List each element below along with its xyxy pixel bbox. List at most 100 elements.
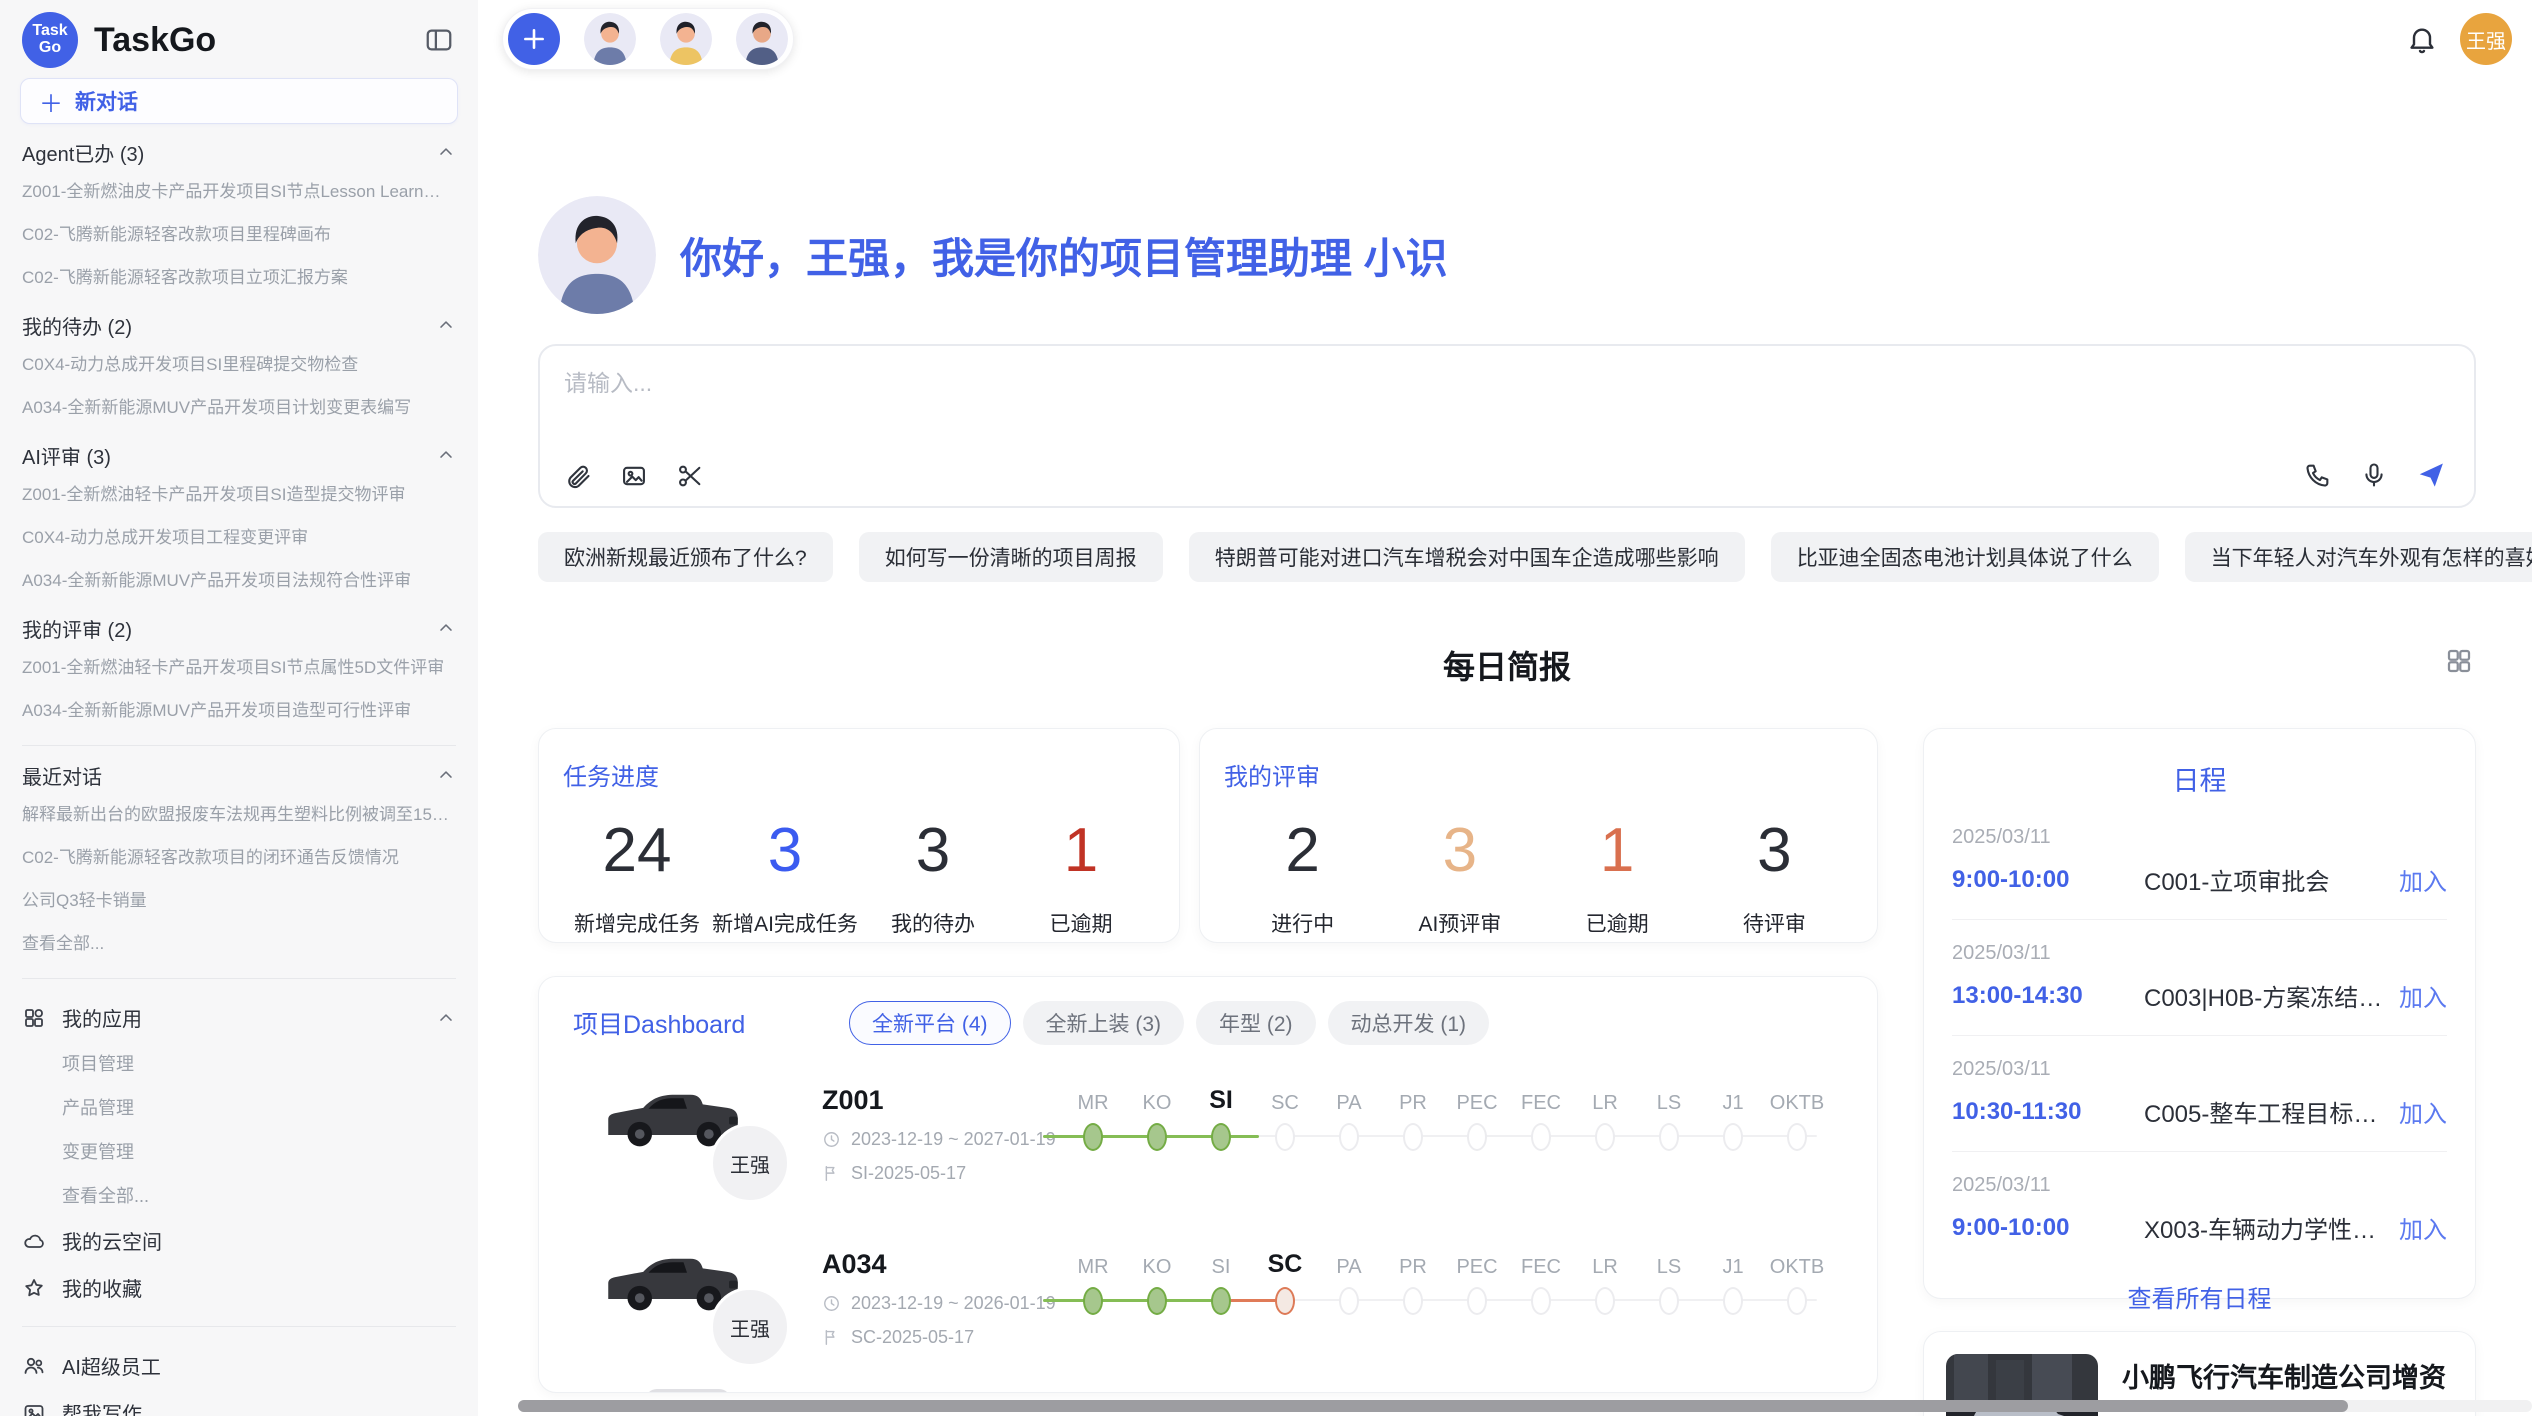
schedule-item: 2025/03/11 9:00-10:00 X003-车辆动力学性能验... 加… (1952, 1174, 2447, 1245)
dashboard-tab[interactable]: 全新上装 (3) (1023, 1001, 1185, 1045)
sidebar-item[interactable]: C02-飞腾新能源轻客改款项目里程碑画布 (22, 211, 456, 254)
sidebar-section-title[interactable]: AI评审 (3) (22, 441, 456, 469)
sidebar-subitem[interactable]: 查看全部... (22, 1173, 456, 1217)
sidebar-item-label: AI超级员工 (62, 1351, 456, 1380)
suggestion-chip[interactable]: 比亚迪全固态电池计划具体说了什么 (1771, 532, 2159, 582)
join-link[interactable]: 加入 (2399, 862, 2447, 897)
view-all-schedule-link[interactable]: 查看所有日程 (1952, 1279, 2447, 1314)
stat-value: 3 (859, 820, 1007, 882)
stat-row: 24 新增完成任务 3 新增AI完成任务 3 我的待办 1 已逾期 (563, 820, 1155, 938)
milestone-node-cell (1509, 1279, 1573, 1323)
new-session-button[interactable] (508, 13, 560, 65)
suggestion-chip[interactable]: 如何写一份清晰的项目周报 (859, 532, 1163, 582)
sidebar-item-my-apps[interactable]: 我的应用 (22, 994, 456, 1041)
chevron-up-icon[interactable] (436, 765, 456, 785)
milestone-node (1275, 1123, 1295, 1151)
sidebar-section-title[interactable]: 我的待办 (2) (22, 311, 456, 339)
sidebar-item[interactable]: A034-全新新能源MUV产品开发项目计划变更表编写 (22, 384, 456, 427)
dashboard-tab[interactable]: 年型 (2) (1196, 1001, 1316, 1045)
schedule-card: 日程 2025/03/11 9:00-10:00 C001-立项审批会 加入 2… (1923, 728, 2476, 1299)
chevron-up-icon[interactable] (436, 618, 456, 638)
sidebar-item[interactable]: A034-全新新能源MUV产品开发项目造型可行性评审 (22, 687, 456, 730)
sidebar-item-users-icon[interactable]: AI超级员工 (22, 1342, 456, 1389)
sidebar-item-star-icon[interactable]: 我的收藏 (22, 1264, 456, 1311)
stat-value: 3 (1381, 820, 1538, 882)
sidebar-item[interactable]: 查看全部... (22, 920, 456, 963)
milestone-node-cell (1317, 1279, 1381, 1323)
sidebar-subitem[interactable]: 产品管理 (22, 1085, 456, 1129)
section-title-label: 我的评审 (2) (22, 614, 132, 643)
sidebar-subitem[interactable]: 变更管理 (22, 1129, 456, 1173)
schedule-date: 2025/03/11 (1952, 942, 2447, 965)
sidebar-divider (22, 978, 456, 979)
sidebar-item[interactable]: Z001-全新燃油轻卡产品开发项目SI造型提交物评审 (22, 471, 456, 514)
chevron-up-icon[interactable] (436, 142, 456, 162)
paperclip-icon[interactable] (564, 462, 592, 490)
sidebar-item[interactable]: C0X4-动力总成开发项目工程变更评审 (22, 514, 456, 557)
sidebar-section-title[interactable]: 最近对话 (22, 761, 456, 789)
stat-value: 3 (711, 820, 859, 882)
chat-input[interactable]: 请输入... (538, 344, 2476, 508)
milestone-node-cell (1253, 1115, 1317, 1159)
milestone-node (1723, 1123, 1743, 1151)
session-avatar-3[interactable] (736, 13, 788, 65)
sidebar-item[interactable]: Z001-全新燃油轻卡产品开发项目SI节点属性5D文件评审 (22, 644, 456, 687)
stat-label: 新增AI完成任务 (711, 908, 859, 938)
milestone-label: SI (1189, 1256, 1253, 1279)
join-link[interactable]: 加入 (2399, 1210, 2447, 1245)
suggestion-chip[interactable]: 特朗普可能对进口汽车增税会对中国车企造成哪些影响 (1189, 532, 1745, 582)
sidebar-item[interactable]: C0X4-动力总成开发项目SI里程碑提交物检查 (22, 341, 456, 384)
chevron-up-icon[interactable] (436, 315, 456, 335)
session-switcher (502, 8, 794, 70)
scissors-icon[interactable] (676, 462, 704, 490)
dashboard-tab[interactable]: 动总开发 (1) (1328, 1001, 1490, 1045)
sidebar-item[interactable]: C02-飞腾新能源轻客改款项目的闭环通告反馈情况 (22, 834, 456, 877)
milestone-node (1531, 1123, 1551, 1151)
milestone-label: LS (1637, 1256, 1701, 1279)
send-icon[interactable] (2416, 460, 2446, 490)
photo-icon[interactable] (620, 462, 648, 490)
dashboard-tab[interactable]: 全新平台 (4) (849, 1001, 1011, 1045)
user-avatar[interactable]: 王强 (2460, 13, 2512, 65)
milestone-node-cell (1637, 1115, 1701, 1159)
notification-bell-icon[interactable] (2406, 23, 2438, 55)
sidebar-item-image-icon[interactable]: 帮我写作 (22, 1389, 456, 1416)
session-avatar-1[interactable] (584, 13, 636, 65)
schedule-date: 2025/03/11 (1952, 1058, 2447, 1081)
milestone-label: MR (1061, 1256, 1125, 1279)
chevron-up-icon[interactable] (436, 445, 456, 465)
sidebar-item-cloud-icon[interactable]: 我的云空间 (22, 1217, 456, 1264)
mic-icon[interactable] (2360, 461, 2388, 489)
stat: 3 我的待办 (859, 820, 1007, 938)
session-avatar-2[interactable] (660, 13, 712, 65)
sidebar-item[interactable]: Z001-全新燃油皮卡产品开发项目SI节点Lesson Learn报告 (22, 168, 456, 211)
scrollbar-thumb[interactable] (518, 1400, 2348, 1412)
sidebar-subitem[interactable]: 项目管理 (22, 1041, 456, 1085)
layout-grid-icon[interactable] (2444, 646, 2474, 676)
sidebar-section-title[interactable]: Agent已办 (3) (22, 138, 456, 166)
assistant-avatar (538, 196, 656, 314)
dashboard-header: 项目Dashboard 全新平台 (4)全新上装 (3)年型 (2)动总开发 (… (573, 1001, 1877, 1045)
chevron-up-icon[interactable] (436, 1008, 456, 1028)
milestone-label: PA (1317, 1092, 1381, 1115)
new-chat-button[interactable]: ＋ 新对话 (20, 78, 458, 124)
sidebar-item[interactable]: 公司Q3轻卡销量 (22, 877, 456, 920)
join-link[interactable]: 加入 (2399, 978, 2447, 1013)
project-row[interactable]: 王强 Z001 2023-12-19 ~ 2027-01-19 SI-2025-… (573, 1069, 1877, 1209)
sidebar-collapse-icon[interactable] (424, 25, 454, 55)
sidebar-divider (22, 1326, 456, 1327)
milestone-node (1531, 1287, 1551, 1315)
milestone-node-cell (1125, 1279, 1189, 1323)
sidebar-item[interactable]: C02-飞腾新能源轻客改款项目立项汇报方案 (22, 254, 456, 297)
sidebar-item[interactable]: A034-全新新能源MUV产品开发项目法规符合性评审 (22, 557, 456, 600)
suggestion-chip[interactable]: 欧洲新规最近颁布了什么? (538, 532, 833, 582)
milestone-node (1467, 1287, 1487, 1315)
sidebar-section-title[interactable]: 我的评审 (2) (22, 614, 456, 642)
clock-icon (822, 1294, 841, 1313)
sidebar-item[interactable]: 解释最新出台的欧盟报废车法规再生塑料比例被调至15%... (22, 791, 456, 834)
phone-icon[interactable] (2304, 461, 2332, 489)
join-link[interactable]: 加入 (2399, 1094, 2447, 1129)
topbar-right: 王强 (2406, 13, 2512, 65)
project-row[interactable]: 王强 A034 2023-12-19 ~ 2026-01-19 SC-2025-… (573, 1233, 1877, 1373)
suggestion-chip[interactable]: 当下年轻人对汽车外观有怎样的喜好趋势 (2185, 532, 2532, 582)
